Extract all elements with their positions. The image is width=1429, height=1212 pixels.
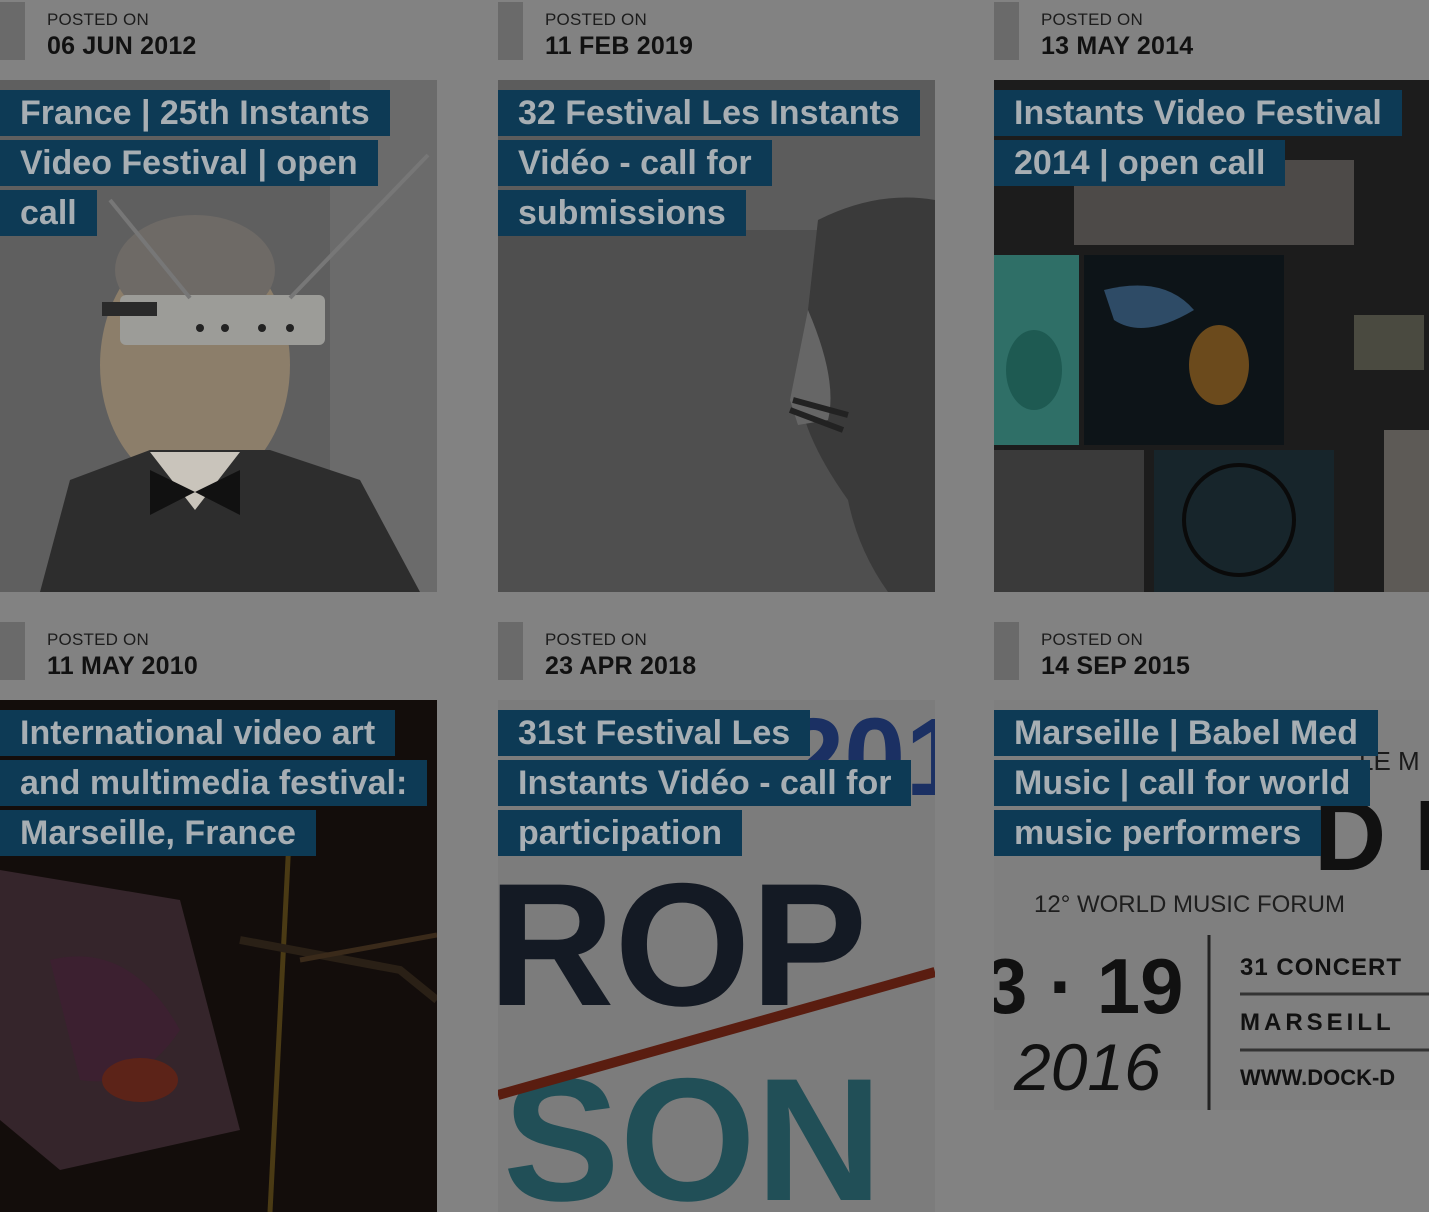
poster-line2-text: SON	[503, 1043, 882, 1212]
post-title-text[interactable]: 31st Festival Les Instants Vidéo - call …	[498, 710, 912, 856]
post-title-text[interactable]: International video art and multimedia f…	[0, 710, 428, 856]
posted-on-label: POSTED ON	[47, 630, 149, 649]
post-meta: POSTED ON 11 MAY 2010	[0, 620, 437, 700]
posted-on-label: POSTED ON	[1041, 630, 1143, 649]
post-date: 23 APR 2018	[545, 652, 697, 680]
post-meta: POSTED ON 14 SEP 2015	[994, 620, 1429, 700]
accent-bar	[0, 622, 25, 680]
accent-bar	[994, 622, 1019, 680]
poster-year-text: 2016	[1013, 1030, 1161, 1104]
post-card[interactable]: POSTED ON 11 MAY 2010 International vide…	[0, 620, 437, 1212]
post-date: 14 SEP 2015	[1041, 652, 1191, 680]
post-title[interactable]: 31st Festival Les Instants Vidéo - call …	[498, 708, 918, 858]
post-thumbnail[interactable]: France | 25th Instants Video Festival | …	[0, 80, 437, 592]
posted-on-label: POSTED ON	[545, 10, 647, 29]
post-date: 11 FEB 2019	[545, 32, 694, 60]
post-meta: POSTED ON 06 JUN 2012	[0, 0, 437, 80]
post-date: 06 JUN 2012	[47, 32, 197, 60]
post-date: 13 MAY 2014	[1041, 32, 1194, 60]
accent-bar	[498, 622, 523, 680]
post-meta: POSTED ON 11 FEB 2019	[498, 0, 935, 80]
accent-bar	[994, 2, 1019, 60]
poster-web-text: WWW.DOCK-D	[1240, 1065, 1395, 1090]
post-title-text[interactable]: France | 25th Instants Video Festival | …	[0, 90, 390, 236]
post-thumbnail[interactable]: LE M D M 12° WORLD MUSIC FORUM 3 · 19 20…	[994, 700, 1429, 1212]
post-card[interactable]: POSTED ON 14 SEP 2015 LE M D M 12° WORLD…	[994, 620, 1429, 1212]
post-card[interactable]: POSTED ON 23 APR 2018 2018 ROP SON 31st …	[498, 620, 935, 1212]
post-title-text[interactable]: 32 Festival Les Instants Vidéo - call fo…	[498, 90, 920, 236]
accent-bar	[0, 2, 25, 60]
posted-on-label: POSTED ON	[47, 10, 149, 29]
post-meta: POSTED ON 23 APR 2018	[498, 620, 935, 700]
post-title[interactable]: Instants Video Festival 2014 | open call	[994, 88, 1414, 188]
posted-on-label: POSTED ON	[1041, 10, 1143, 29]
poster-days-text: 3 · 19	[994, 942, 1183, 1030]
post-title[interactable]: France | 25th Instants Video Festival | …	[0, 88, 420, 238]
post-card[interactable]: POSTED ON 11 FEB 2019 32 Festival Les In…	[498, 0, 935, 592]
post-title-text[interactable]: Instants Video Festival 2014 | open call	[994, 90, 1402, 186]
poster-forum-text: 12° WORLD MUSIC FORUM	[1034, 891, 1345, 918]
post-thumbnail[interactable]: 32 Festival Les Instants Vidéo - call fo…	[498, 80, 935, 592]
poster-concert-text: 31 CONCERT	[1240, 954, 1402, 981]
post-card[interactable]: POSTED ON 06 JUN 2012 France | 25th Inst…	[0, 0, 437, 592]
poster-line1-text: ROP	[498, 848, 867, 1043]
post-thumbnail[interactable]: Instants Video Festival 2014 | open call	[994, 80, 1429, 592]
post-title[interactable]: International video art and multimedia f…	[0, 708, 428, 858]
post-date: 11 MAY 2010	[47, 652, 198, 680]
post-thumbnail[interactable]: 2018 ROP SON 31st Festival Les Instants …	[498, 700, 935, 1212]
posted-on-label: POSTED ON	[545, 630, 647, 649]
post-title[interactable]: Marseille | Babel Med Music | call for w…	[994, 708, 1414, 858]
post-title[interactable]: 32 Festival Les Instants Vidéo - call fo…	[498, 88, 920, 238]
post-thumbnail[interactable]: International video art and multimedia f…	[0, 700, 437, 1212]
post-meta: POSTED ON 13 MAY 2014	[994, 0, 1429, 80]
post-title-text[interactable]: Marseille | Babel Med Music | call for w…	[994, 710, 1378, 856]
accent-bar	[498, 2, 523, 60]
post-card[interactable]: POSTED ON 13 MAY 2014 Instants Video Fes…	[994, 0, 1429, 592]
poster-city-text: MARSEILL	[1240, 1009, 1395, 1036]
